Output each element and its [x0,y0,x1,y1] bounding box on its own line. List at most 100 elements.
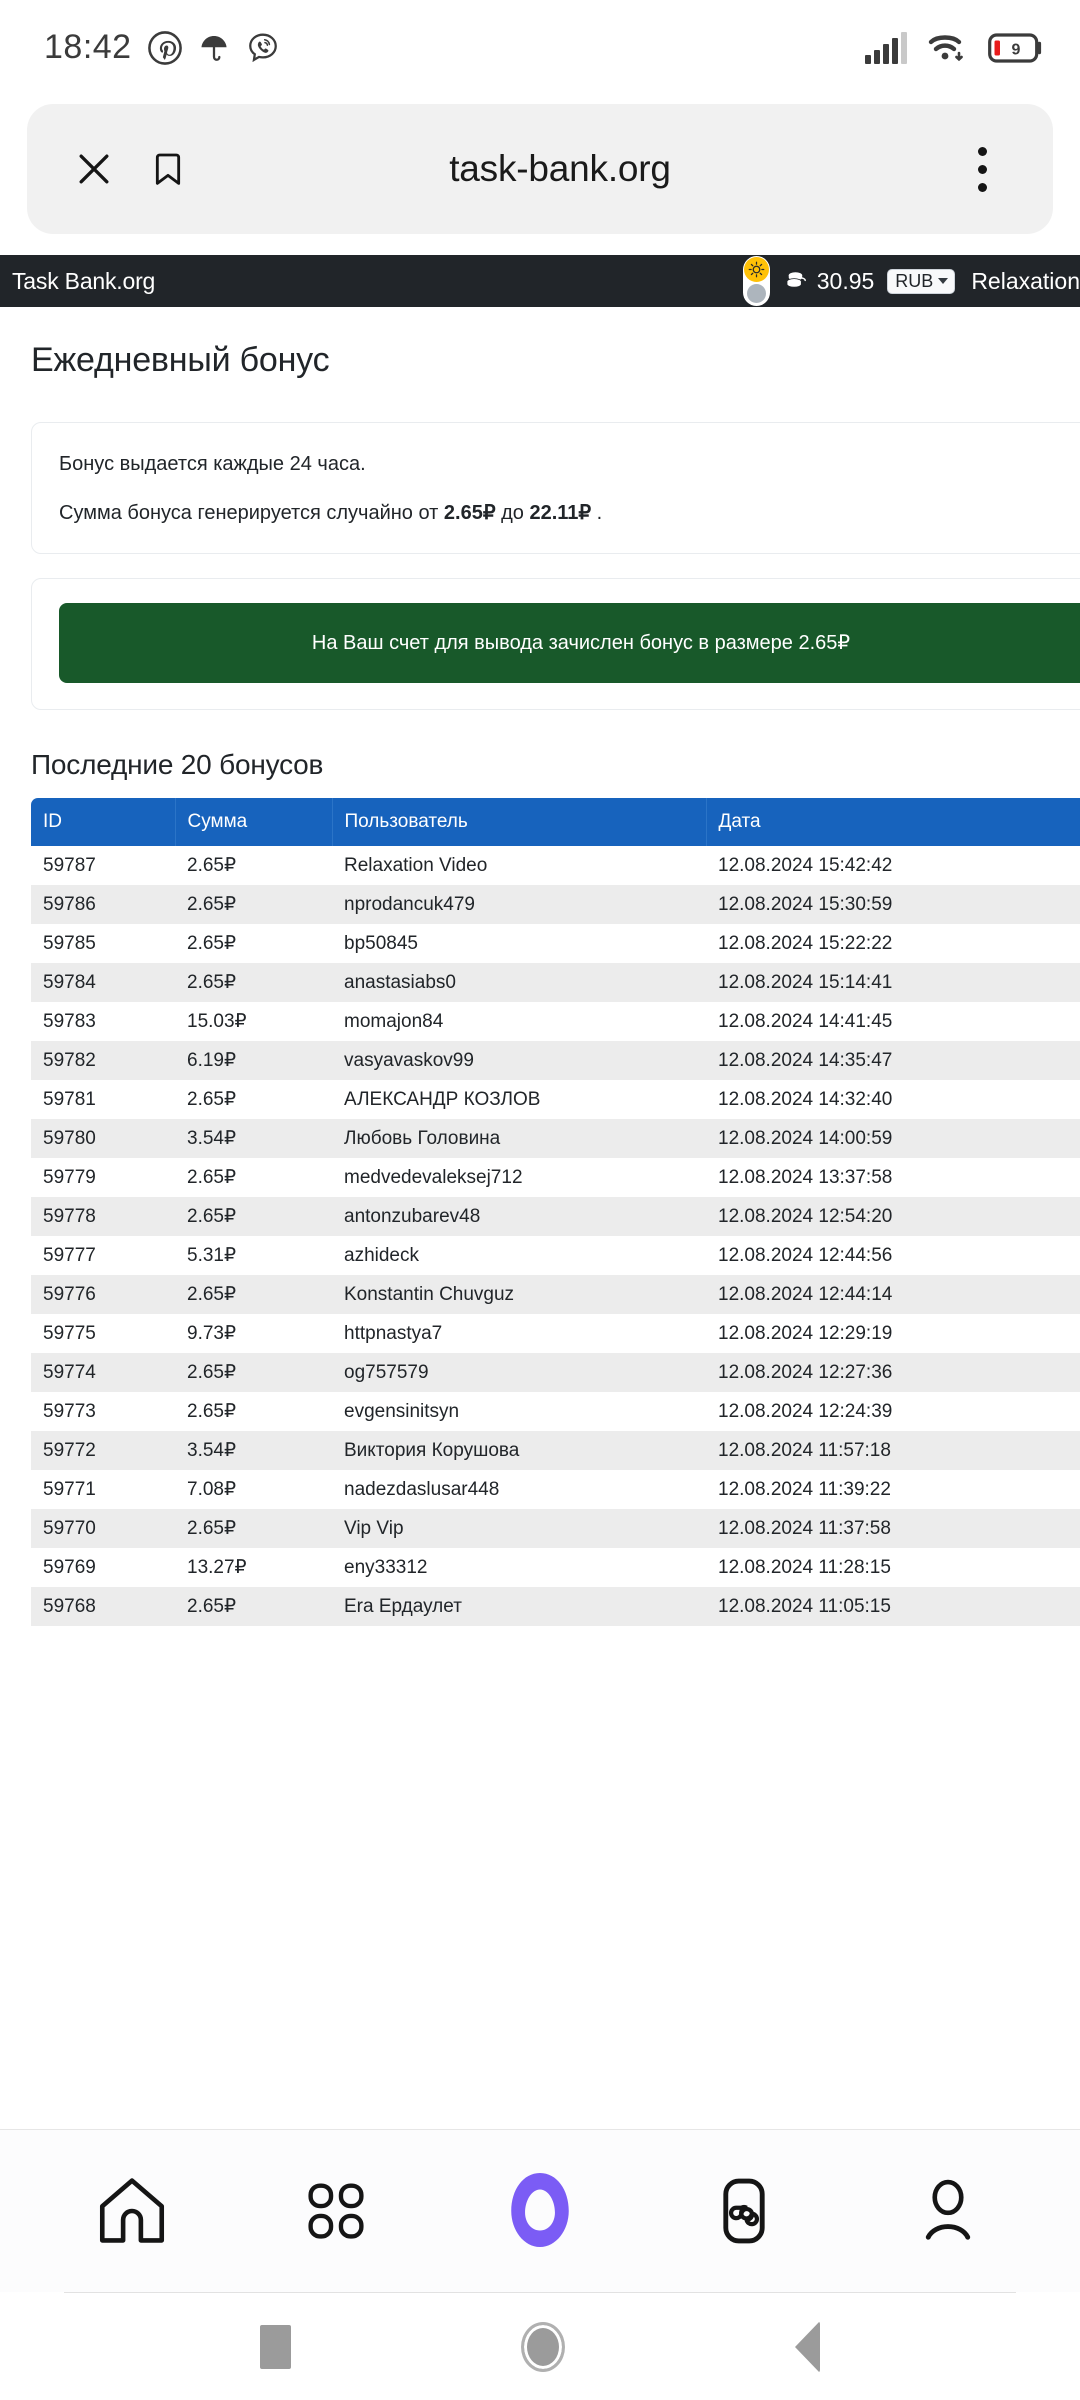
table-row: 59769 13.27₽ eny33312 12.08.2024 11:28:15 [31,1548,1080,1587]
bonus-user: Konstantin Chuvguz [344,1283,515,1305]
nav-apps-button[interactable] [276,2156,396,2266]
currency-select[interactable]: RUB [887,268,956,294]
bonus-amount: 2.65₽ [187,933,237,954]
bonus-user: evgensinitsyn [344,1400,460,1422]
bookmark-icon [155,153,181,185]
bonus-user: vasyavaskov99 [344,1049,474,1071]
omnibox[interactable]: task-bank.org [27,104,1053,234]
bonus-amount: 15.03₽ [187,1011,247,1032]
bonus-date: 12.08.2024 12:27:36 [718,1361,893,1383]
bonus-id: 59786 [43,893,96,915]
recents-square-icon[interactable] [260,2324,291,2369]
bonus-date: 12.08.2024 14:32:40 [718,1088,893,1110]
bonus-id: 59773 [43,1400,96,1422]
android-status-bar: 18:42 9 [0,0,1080,95]
home-icon [99,2178,165,2243]
table-row: 59784 2.65₽ anastasiabs0 12.08.2024 15:14:4… [31,963,1080,1002]
bonus-id: 59781 [43,1088,96,1110]
column-header-id[interactable]: ID [31,798,176,846]
bonus-date: 12.08.2024 11:05:15 [718,1595,891,1617]
bonus-range-text: Сумма бонуса генерируется случайно от 2.… [59,498,1080,529]
wifi-icon [928,34,963,61]
column-header-date[interactable]: Дата [706,798,1080,846]
bonus-id: 59787 [43,854,96,876]
bonus-id: 59776 [43,1283,96,1305]
toggle-knob [746,284,766,303]
close-tab-button[interactable] [57,132,131,206]
bonus-user: httpnastya7 [344,1322,443,1344]
nav-alice-assistant-button[interactable] [480,2156,600,2266]
theme-toggle-switch[interactable] [742,256,770,306]
bonus-user: azhideck [344,1244,419,1266]
currency-value: RUB [895,270,934,291]
umbrella-icon [201,35,227,61]
bonus-table-body: 59787 2.65₽ Relaxation Video 12.08.2024 15:… [31,846,1080,1626]
apps-grid-icon [308,2183,364,2239]
phone-screen: 18:42 9 task-bank.org Task Bank.org 30.9… [0,0,1080,2400]
url-text[interactable]: task-bank.org [205,148,945,190]
table-row: 59780 3.54₽ Любовь Головина 12.08.2024 14:0… [31,1119,1080,1158]
bonus-date: 12.08.2024 15:42:42 [718,854,893,876]
bonus-id: 59770 [43,1517,96,1539]
bonus-amount: 3.54₽ [187,1440,237,1461]
table-row: 59771 7.08₽ nadezdaslusar448 12.08.2024 11:… [31,1470,1080,1509]
bonus-id: 59779 [43,1166,96,1188]
bonus-id: 59785 [43,932,96,954]
nav-home-button[interactable] [72,2156,192,2266]
bonus-amount: 2.65₽ [187,1284,237,1305]
username-link[interactable]: Relaxation [971,268,1080,295]
bonus-amount: 2.65₽ [187,1518,237,1539]
alice-assistant-icon [511,2173,569,2248]
column-header-user[interactable]: Пользователь [332,798,707,846]
bonus-amount: 2.65₽ [187,1596,237,1617]
sun-icon [743,257,769,282]
bonus-amount: 2.65₽ [187,972,237,993]
bonus-alert-card: На Ваш счет для вывода зачислен бонус в … [31,578,1080,710]
table-row: 59783 15.03₽ momajon84 12.08.2024 14:41:45 [31,1002,1080,1041]
column-header-sum[interactable]: Сумма [175,798,333,846]
bonus-id: 59784 [43,971,96,993]
bonus-amount: 2.65₽ [187,855,237,876]
nav-profile-button[interactable] [888,2156,1008,2266]
bonus-user: eny33312 [344,1556,428,1578]
status-bar-right: 9 [864,31,1044,65]
bonus-date: 12.08.2024 11:28:15 [718,1556,891,1578]
bonus-range-prefix: Сумма бонуса генерируется случайно от [59,502,444,524]
bonus-amount: 2.65₽ [187,894,237,915]
bonus-date: 12.08.2024 13:37:58 [718,1166,893,1188]
bonus-amount: 3.54₽ [187,1128,237,1149]
table-row: 59773 2.65₽ evgensinitsyn 12.08.2024 12:24:… [31,1392,1080,1431]
profile-icon [925,2179,971,2240]
bonus-user: nprodancuk479 [344,893,475,915]
bonus-range-mid: до [495,502,530,524]
home-circle-icon[interactable] [521,2321,565,2372]
table-row: 59777 5.31₽ azhideck 12.08.2024 12:44:56 [31,1236,1080,1275]
battery-icon: 9 [988,32,1042,63]
bookmark-button[interactable] [131,132,205,206]
web-page-viewport: Task Bank.org 30.95 RUB Relaxation Ежедн… [0,255,1080,2129]
back-triangle-icon[interactable] [795,2320,820,2373]
status-clock: 18:42 [44,28,132,66]
bonus-date: 12.08.2024 11:57:18 [718,1439,891,1461]
bonus-date: 12.08.2024 14:00:59 [718,1127,893,1149]
bonus-id: 59777 [43,1244,96,1266]
browser-bottom-nav [0,2129,1080,2292]
page-title: Ежедневный бонус [31,341,330,379]
browser-menu-button[interactable] [945,132,1019,206]
table-row: 59781 2.65₽ АЛЕКСАНДР КОЗЛОВ 12.08.2024 14:… [31,1080,1080,1119]
table-row: 59787 2.65₽ Relaxation Video 12.08.2024 15:… [31,846,1080,885]
bonus-user: Relaxation Video [344,854,488,876]
recent-bonuses-title: Последние 20 бонусов [31,749,324,780]
site-brand[interactable]: Task Bank.org [12,268,155,295]
bonus-table: ID Сумма Пользователь Дата 59787 2.65₽ Rel… [31,798,1080,1626]
balance-display: 30.95 [783,268,874,295]
bonus-id: 59775 [43,1322,96,1344]
bonus-date: 12.08.2024 11:39:22 [718,1478,891,1500]
bonus-amount: 5.31₽ [187,1245,237,1266]
bonus-user: og757579 [344,1361,429,1383]
nav-tabs-button[interactable] [684,2156,804,2266]
android-system-nav [0,2293,1080,2400]
bonus-credited-alert: На Ваш счет для вывода зачислен бонус в … [59,603,1080,683]
bonus-user: momajon84 [344,1010,444,1032]
bonus-min-amount: 2.65₽ [443,502,496,524]
